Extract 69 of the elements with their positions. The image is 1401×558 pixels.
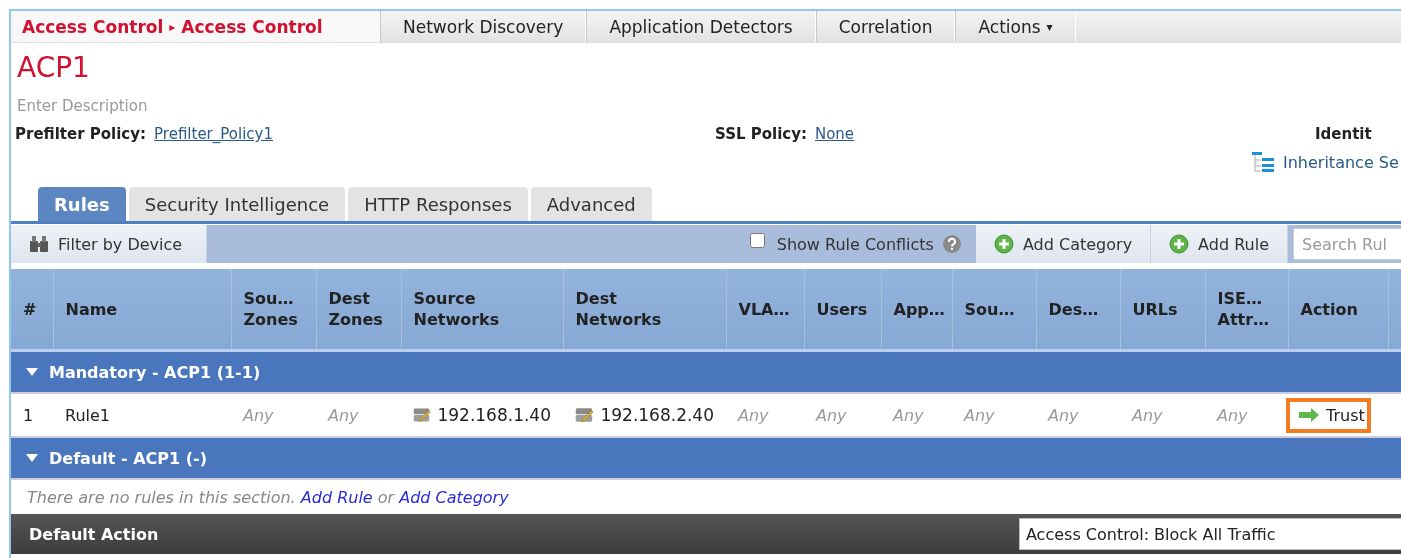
table-cell: Rule1 (65, 405, 110, 425)
caret-icon[interactable] (25, 367, 39, 377)
section-title: Default - ACP1 (-) (49, 448, 207, 468)
add-button[interactable]: Add Rule (1151, 225, 1288, 263)
plus-icon (1169, 234, 1190, 254)
add-link[interactable]: Add Category (399, 487, 509, 507)
setting-label: SSL Policy: (715, 125, 807, 145)
table-cell: Any (1217, 405, 1248, 425)
nav-tab[interactable]: Network Discovery (380, 11, 587, 42)
column-header[interactable]: Dest Zones (316, 269, 401, 351)
tab[interactable]: Rules (38, 187, 126, 221)
nav-tab[interactable]: Application Detectors (586, 11, 816, 42)
section-title: Mandatory - ACP1 (1-1) (49, 362, 261, 382)
tree-list-icon (1251, 151, 1275, 173)
column-header[interactable]: Sou… (952, 269, 1036, 351)
setting-label: Prefilter Policy: (15, 125, 147, 145)
tab[interactable]: HTTP Responses (348, 187, 528, 221)
default-action-label: Default Action (29, 524, 160, 544)
column-header[interactable]: # (11, 269, 53, 351)
caret-icon[interactable] (25, 453, 39, 463)
help-icon (941, 234, 962, 254)
column-header[interactable]: Users (804, 269, 881, 351)
setting-link[interactable]: Prefilter_Policy1 (154, 125, 273, 147)
add-link[interactable]: Add Rule (300, 487, 373, 507)
checkbox[interactable] (749, 232, 765, 248)
plus-icon (993, 234, 1014, 254)
empty-section-message: There are no rules in this section. Add Rule or Add Category (27, 487, 509, 507)
column-header[interactable]: Source Networks (401, 269, 563, 351)
network-cell: 192.168.2.40 (600, 405, 714, 425)
breadcrumb-separator: ▸ (169, 19, 176, 34)
table-cell: Any (893, 405, 924, 425)
policy-title: ACP1 (16, 50, 91, 86)
table-cell: 1 (23, 405, 34, 425)
nav-tab[interactable]: Actions ▾ (955, 11, 1076, 42)
add-button[interactable]: Add Category (975, 225, 1152, 263)
setting-label: Identit (1315, 125, 1372, 145)
section-header[interactable]: Default - ACP1 (-) (11, 437, 1401, 479)
column-header[interactable]: Name (53, 269, 231, 351)
arrow-icon (1298, 408, 1320, 422)
action-cell: Trust (1286, 397, 1371, 433)
column-header[interactable]: Dest Networks (563, 269, 726, 351)
table-cell: Any (328, 405, 359, 425)
nav-tab[interactable]: Correlation (815, 11, 956, 42)
breadcrumb-current: Access Control (181, 16, 323, 37)
table-cell: Any (1048, 405, 1079, 425)
setting-link[interactable]: None (814, 125, 855, 147)
checkbox-label[interactable]: Show Rule Conflicts (776, 234, 934, 254)
section-header[interactable]: Mandatory - ACP1 (1-1) (11, 350, 1401, 393)
table-cell: Any (964, 405, 995, 425)
inheritance-link[interactable]: Inheritance Se (1251, 151, 1401, 173)
table-cell: Any (738, 405, 769, 425)
column-header[interactable]: Sou… Zones (231, 269, 316, 351)
table-cell: Any (816, 405, 847, 425)
column-header[interactable]: Des… (1036, 269, 1120, 351)
table-cell: Any (1132, 405, 1163, 425)
search-field[interactable]: Search Rul (1293, 228, 1401, 260)
column-header[interactable]: URLs (1120, 269, 1205, 351)
column-header[interactable]: VLA… (726, 269, 804, 351)
table-cell: Any (243, 405, 274, 425)
network-cell: 192.168.1.40 (437, 405, 551, 425)
filter-by-device-button[interactable]: Filter by Device (11, 225, 207, 263)
tab[interactable]: Advanced (530, 187, 652, 221)
breadcrumb-parent[interactable]: Access Control (22, 16, 164, 37)
column-header[interactable]: ISE… Attr… (1205, 269, 1288, 351)
column-header[interactable]: Action (1288, 269, 1388, 351)
tab[interactable]: Security Intelligence (128, 187, 346, 221)
column-header[interactable]: App… (881, 269, 952, 351)
default-action-select[interactable]: Access Control: Block All Traffic (1018, 518, 1401, 550)
binoculars-icon (29, 235, 49, 253)
